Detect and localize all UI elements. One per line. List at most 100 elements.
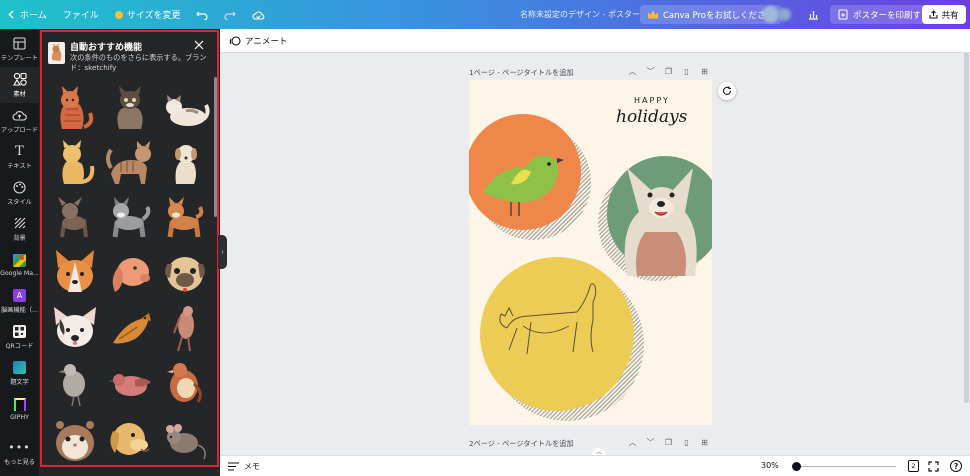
rail-item-app[interactable]: A 脳画機能（... <box>0 283 39 319</box>
rail-label: テンプレート <box>1 55 38 62</box>
chevron-up-icon[interactable]: ︿ <box>628 67 637 76</box>
close-panel-button[interactable] <box>193 39 205 51</box>
rail-label: 脳画機能（... <box>1 307 38 314</box>
undo-button[interactable] <box>188 0 216 29</box>
google-maps-icon <box>12 253 28 267</box>
panel-thumbnail <box>48 42 65 64</box>
bar-chart-icon <box>809 10 818 20</box>
avatar[interactable] <box>762 6 779 23</box>
duplicate-icon[interactable]: ❐ <box>664 438 673 447</box>
app-icon: A <box>12 288 28 302</box>
rail-item-giphy[interactable]: GIPHY <box>0 391 39 427</box>
sticker-sitting-dog[interactable] <box>160 138 210 188</box>
sticker-grey-bird[interactable] <box>50 358 100 408</box>
rail-item-style[interactable]: スタイル <box>0 175 39 211</box>
sticker-orange-cat[interactable] <box>50 138 100 188</box>
sticker-perched-bird[interactable] <box>160 303 210 353</box>
page-1-label: 1ページ - ページタイトルを追加 <box>469 68 574 77</box>
print-icon <box>838 9 848 20</box>
fullscreen-button[interactable] <box>928 461 939 474</box>
sticker-floppy-ear-dog[interactable] <box>105 248 155 298</box>
resize-label: サイズを変更 <box>126 11 181 21</box>
sticker-orange-bird[interactable] <box>105 303 155 353</box>
rail-item-text[interactable]: T テキスト <box>0 139 39 175</box>
sticker-chihuahua[interactable] <box>50 193 100 243</box>
rail-item-google-maps[interactable]: Google Ma... <box>0 247 39 283</box>
sticker-golden-dog[interactable] <box>105 413 155 463</box>
sticker-corgi-face[interactable] <box>50 248 100 298</box>
page-2-title[interactable]: 2ページ - ページタイトルを追加 <box>469 439 574 449</box>
sticker-pug-face[interactable] <box>160 248 210 298</box>
cloud-icon <box>252 10 265 20</box>
rail-item-elements[interactable]: 素材 <box>0 67 39 103</box>
rail-label: もっと見る <box>4 459 35 466</box>
cloud-save-button[interactable] <box>244 0 273 29</box>
rail-item-template[interactable]: テンプレート <box>0 31 39 67</box>
add-page-icon[interactable]: ⊞ <box>700 67 709 76</box>
resize-button[interactable]: サイズを変更 <box>107 0 189 29</box>
sticker-fox-cat[interactable] <box>50 83 100 133</box>
sticker-husky[interactable] <box>105 193 155 243</box>
sticker-french-bulldog[interactable] <box>50 303 100 353</box>
chevron-down-icon[interactable]: ﹀ <box>646 67 655 76</box>
collapse-panel-handle[interactable]: ‹ <box>218 235 227 269</box>
page-2-tools: ︿ ﹀ ❐ ▯ ⊞ <box>628 438 709 447</box>
trash-icon[interactable]: ▯ <box>682 438 691 447</box>
panel-title: 自動おすすめ機能 <box>70 43 143 53</box>
avatar-secondary[interactable] <box>778 8 791 21</box>
sticker-tabby-cat[interactable] <box>105 138 155 188</box>
zoom-slider-track[interactable] <box>801 466 896 467</box>
poster-holidays-text[interactable]: holidays <box>616 107 687 127</box>
close-icon <box>194 40 204 50</box>
insights-button[interactable] <box>804 5 823 24</box>
crown-icon <box>648 10 658 19</box>
rail-item-more[interactable]: ••• もっと見る <box>0 435 39 471</box>
notes-button[interactable]: メモ <box>228 461 260 472</box>
refresh-icon <box>722 86 732 95</box>
rail-item-image[interactable]: 題文字 <box>0 355 39 391</box>
rail-item-qr[interactable]: QRコード <box>0 319 39 355</box>
add-page-icon[interactable]: ⊞ <box>700 438 709 447</box>
home-button[interactable]: ホーム <box>0 0 55 29</box>
page-1-tools: ︿ ﹀ ❐ ▯ ⊞ <box>628 67 709 76</box>
page-1-title[interactable]: 1ページ - ページタイトルを追加 <box>469 68 574 78</box>
try-pro-button[interactable]: Canva Proをお試しください <box>640 5 782 24</box>
sticker-shiba[interactable] <box>160 193 210 243</box>
animate-button[interactable]: アニメート <box>245 35 287 47</box>
crown-dot-icon <box>114 10 123 19</box>
sticker-mouse[interactable] <box>160 413 210 463</box>
zoom-slider-knob[interactable] <box>792 462 801 471</box>
trash-icon[interactable]: ▯ <box>682 67 691 76</box>
more-icon: ••• <box>8 440 31 454</box>
poster-happy-text[interactable]: HAPPY <box>634 96 670 105</box>
editor-toolbar: アニメート <box>220 29 970 53</box>
chevron-down-icon[interactable]: ﹀ <box>646 438 655 447</box>
duplicate-icon[interactable]: ❐ <box>664 67 673 76</box>
expand-icon <box>928 461 939 472</box>
poster-canvas[interactable]: HAPPY holidays <box>469 80 712 425</box>
image-icon <box>12 360 28 374</box>
rail-item-upload[interactable]: アップロード <box>0 103 39 139</box>
recommendation-panel: 自動おすすめ機能 次の条件のものをさらに表示する。ブランド：sketchify <box>39 29 220 476</box>
notes-icon <box>228 462 239 471</box>
regenerate-button[interactable] <box>718 82 736 100</box>
canvas-scrollbar[interactable] <box>964 53 969 403</box>
panel-scrollbar[interactable] <box>214 77 217 217</box>
chevron-up-icon[interactable]: ︿ <box>628 438 637 447</box>
sticker-dark-cat[interactable] <box>105 83 155 133</box>
home-label: ホーム <box>20 11 47 21</box>
rail-label: 背景 <box>13 235 26 242</box>
chevron-left-icon <box>8 10 14 19</box>
help-button[interactable]: ? <box>950 460 962 472</box>
page-count-button[interactable]: 2 <box>908 460 919 472</box>
document-title[interactable]: 名称未設定のデザイン - ポスター <box>520 0 640 29</box>
sticker-robin-bird[interactable] <box>105 358 155 408</box>
sticker-lying-cat[interactable] <box>160 83 210 133</box>
redo-button[interactable] <box>216 0 244 29</box>
share-button[interactable]: 共有 <box>922 5 966 24</box>
sticker-hamster[interactable] <box>50 413 100 463</box>
zoom-level[interactable]: 30% <box>761 461 779 470</box>
rail-item-background[interactable]: 背景 <box>0 211 39 247</box>
file-menu[interactable]: ファイル <box>55 0 107 29</box>
sticker-red-bird[interactable] <box>160 358 210 408</box>
